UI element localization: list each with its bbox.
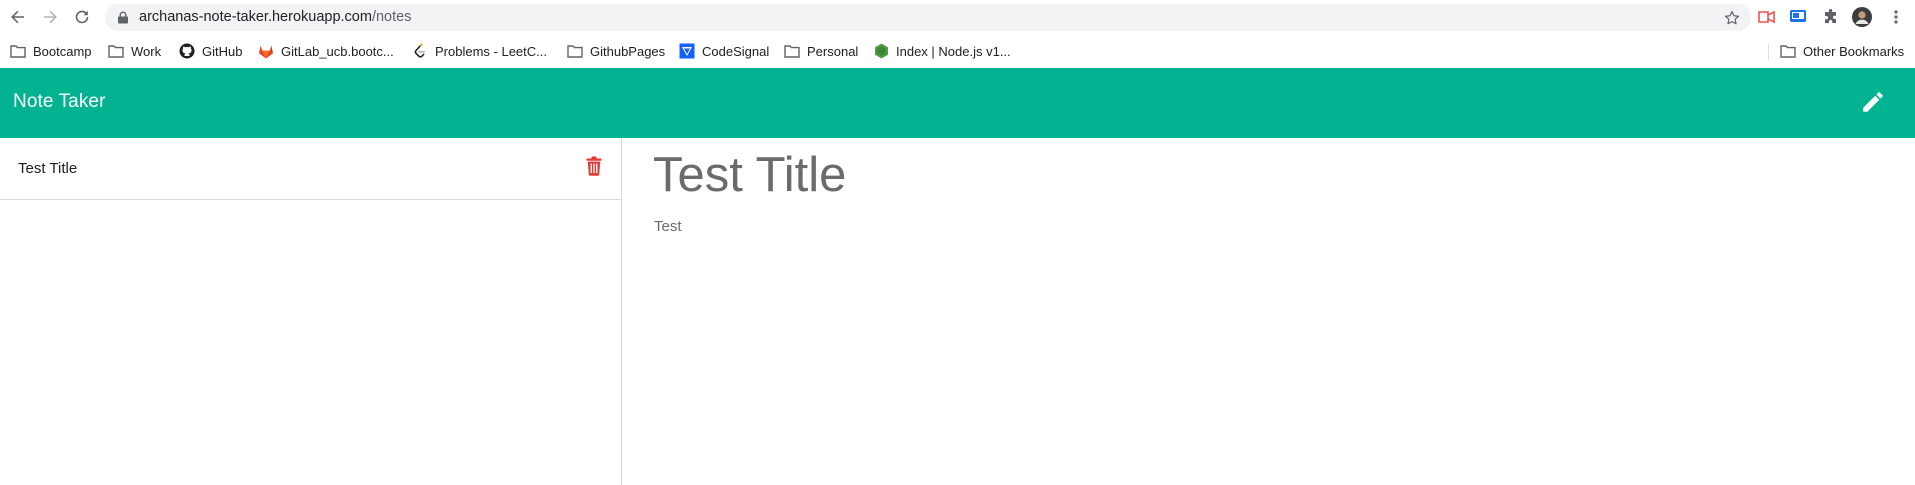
lock-icon (118, 11, 128, 24)
note-title-input[interactable] (653, 147, 1893, 203)
bookmarks-separator (1768, 44, 1769, 60)
new-note-button[interactable] (1859, 88, 1887, 116)
bookmarks-bar: Bootcamp Work GitHub GitLab_ucb.bootc...… (0, 34, 1915, 68)
leetcode-icon (412, 43, 428, 59)
gitlab-icon (258, 43, 274, 59)
bookmark-personal[interactable]: Personal (784, 40, 858, 62)
bookmark-label: Index | Node.js v1... (896, 43, 1011, 59)
reload-button[interactable] (71, 6, 93, 28)
folder-icon (567, 43, 583, 59)
list-item[interactable]: Test Title (0, 138, 621, 200)
bookmark-bootcamp[interactable]: Bootcamp (10, 40, 92, 62)
folder-icon (10, 43, 26, 59)
url-text: archanas-note-taker.herokuapp.com/notes (139, 9, 411, 25)
bookmark-label: Bootcamp (33, 43, 92, 59)
delete-note-button[interactable] (585, 155, 603, 177)
folder-icon (784, 43, 800, 59)
bookmark-label: GitHub (202, 43, 243, 59)
forward-arrow-icon (44, 10, 57, 24)
bookmark-label: Other Bookmarks (1803, 43, 1905, 59)
url-host: archanas-note-taker.herokuapp.com (139, 9, 372, 25)
bookmark-nodejs[interactable]: Index | Node.js v1... (873, 40, 1011, 62)
url-path: /notes (371, 9, 412, 25)
back-arrow-icon (11, 10, 24, 24)
note-list-title[interactable]: Test Title (18, 160, 77, 177)
notes-list: Test Title (0, 138, 622, 485)
github-icon (179, 43, 195, 59)
forward-button[interactable] (39, 6, 61, 28)
trash-icon (586, 156, 602, 176)
kebab-menu-icon[interactable] (1886, 7, 1906, 27)
back-button[interactable] (7, 6, 29, 28)
puzzle-icon[interactable] (1821, 7, 1841, 27)
bookmark-label: Work (131, 43, 162, 59)
address-bar[interactable]: archanas-note-taker.herokuapp.com/notes (105, 4, 1751, 31)
bookmark-leetcode[interactable]: Problems - LeetC... (412, 40, 547, 62)
codesignal-icon (679, 43, 695, 59)
note-editor: Test (623, 138, 1915, 485)
reload-icon (75, 10, 89, 24)
bookmark-label: Problems - LeetC... (435, 43, 547, 59)
bookmark-githubpages[interactable]: GithubPages (567, 40, 665, 62)
bookmark-label: CodeSignal (702, 43, 770, 59)
bookmark-codesignal[interactable]: CodeSignal (679, 40, 769, 62)
app-brand[interactable]: Note Taker (13, 91, 106, 113)
folder-icon (1780, 43, 1796, 59)
extension-red-icon[interactable] (1757, 7, 1777, 27)
bookmark-github[interactable]: GitHub (179, 40, 242, 62)
star-icon[interactable] (1723, 9, 1741, 27)
avatar[interactable] (1852, 7, 1872, 27)
pencil-icon (1863, 92, 1883, 112)
bookmark-label: GitLab_ucb.bootc... (281, 43, 394, 59)
bookmark-label: Personal (807, 43, 859, 59)
bookmark-label: GithubPages (590, 43, 666, 59)
folder-icon (108, 43, 124, 59)
nodejs-icon (873, 43, 889, 59)
browser-toolbar: archanas-note-taker.herokuapp.com/notes (0, 0, 1915, 34)
extension-screen-icon[interactable] (1788, 7, 1808, 27)
bookmark-other[interactable]: Other Bookmarks (1780, 40, 1904, 62)
bookmark-gitlab[interactable]: GitLab_ucb.bootc... (258, 40, 394, 62)
app-navbar: Note Taker (0, 68, 1915, 138)
bookmark-work[interactable]: Work (108, 40, 161, 62)
note-text-input[interactable]: Test (654, 218, 1894, 458)
